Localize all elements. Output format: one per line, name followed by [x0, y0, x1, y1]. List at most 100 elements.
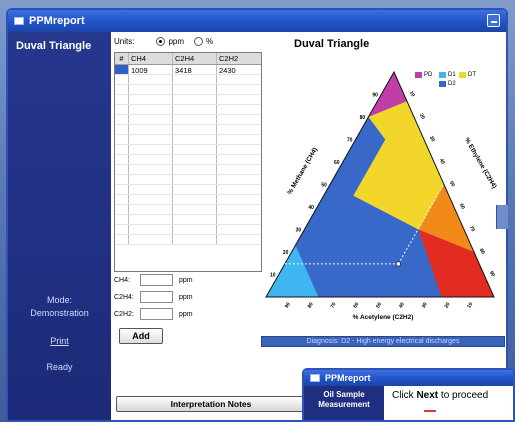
table-row[interactable] — [115, 165, 261, 175]
table-cell — [115, 125, 129, 134]
table-row[interactable] — [115, 125, 261, 135]
minimize-icon[interactable] — [487, 14, 500, 27]
table-cell — [115, 155, 129, 164]
table-cell — [129, 105, 173, 114]
column-header-c2h2: C2H2 — [219, 54, 239, 63]
table-row[interactable] — [115, 75, 261, 85]
methane-tick-label: 50 — [321, 183, 327, 189]
ch4-unit: ppm — [179, 276, 193, 284]
table-cell — [115, 135, 129, 144]
second-sidebar-title-line2: Measurement — [318, 400, 370, 409]
cell-ch4: 1009 — [129, 65, 173, 74]
table-cell — [173, 75, 217, 84]
c2h2-field[interactable] — [140, 308, 173, 320]
table-row[interactable] — [115, 235, 261, 245]
interpretation-notes-button[interactable]: Interpretation Notes — [116, 396, 306, 412]
second-window-title: PPMreport — [325, 373, 371, 383]
units-option-percent[interactable]: % — [194, 37, 213, 46]
table-cell — [115, 165, 129, 174]
ethylene-tick-label: 50 — [448, 180, 456, 188]
table-row[interactable] — [115, 105, 261, 115]
sidebar-title: Duval Triangle — [16, 40, 92, 52]
table-cell — [173, 235, 217, 244]
table-cell — [115, 145, 129, 154]
table-cell — [115, 195, 129, 204]
table-cell — [173, 155, 217, 164]
table-row[interactable] — [115, 115, 261, 125]
percent-radio[interactable] — [194, 37, 204, 46]
table-cell — [173, 115, 217, 124]
ethylene-axis-label: % Ethylene (C2H4) — [463, 137, 498, 190]
table-cell — [217, 145, 261, 154]
table-cell — [217, 235, 261, 244]
methane-tick-label: 60 — [334, 160, 340, 166]
sample-point — [395, 261, 401, 267]
add-button[interactable]: Add — [119, 328, 163, 344]
table-row[interactable] — [115, 85, 261, 95]
table-cell — [115, 235, 129, 244]
table-cell — [173, 195, 217, 204]
mode-value: Demonstration — [30, 308, 89, 318]
table-row[interactable] — [115, 185, 261, 195]
methane-tick-label: 30 — [296, 228, 302, 234]
ppm-radio[interactable] — [156, 37, 166, 46]
acetylene-tick-label: 20 — [444, 301, 452, 309]
proceed-message-next: Next — [416, 390, 439, 401]
table-cell — [129, 225, 173, 234]
c2h4-field[interactable] — [140, 291, 173, 303]
samples-table[interactable]: # CH4 C2H4 C2H2 1009 3418 2430 — [114, 52, 262, 272]
table-cell — [129, 145, 173, 154]
table-row[interactable] — [115, 145, 261, 155]
table-cell — [173, 145, 217, 154]
ethylene-tick-label: 80 — [478, 248, 486, 256]
table-cell — [173, 185, 217, 194]
column-header-index: # — [115, 53, 129, 64]
table-cell — [115, 95, 129, 104]
methane-tick-label: 80 — [360, 115, 366, 121]
ch4-label: CH4: — [114, 276, 130, 284]
table-row[interactable] — [115, 215, 261, 225]
table-cell — [217, 135, 261, 144]
table-cell — [217, 195, 261, 204]
table-cell — [129, 85, 173, 94]
units-option-ppm[interactable]: ppm — [156, 37, 184, 46]
acetylene-tick-label: 90 — [284, 301, 292, 309]
table-cell — [115, 85, 129, 94]
sidebar: Duval Triangle Mode: Demonstration Print… — [8, 32, 111, 420]
table-row[interactable] — [115, 155, 261, 165]
table-row[interactable] — [115, 195, 261, 205]
title-bar[interactable]: PPMreport — [8, 10, 506, 32]
table-cell — [217, 165, 261, 174]
methane-tick-label: 40 — [308, 205, 314, 211]
chart-title: Duval Triangle — [294, 38, 370, 50]
print-link[interactable]: Print — [8, 336, 111, 346]
table-cell — [217, 175, 261, 184]
table-row[interactable] — [115, 205, 261, 215]
table-cell — [173, 225, 217, 234]
acetylene-tick-label: 80 — [307, 301, 315, 309]
status-text: Ready — [46, 362, 73, 372]
ppmreport-window: PPMreport Duval Triangle Mode: Demonstra… — [6, 8, 508, 422]
second-title-bar[interactable]: PPMreport — [304, 370, 513, 386]
proceed-message-prefix: Click — [392, 390, 417, 401]
table-row[interactable] — [115, 135, 261, 145]
table-cell — [129, 235, 173, 244]
ch4-field[interactable] — [140, 274, 173, 286]
table-row[interactable] — [115, 175, 261, 185]
second-app-icon — [310, 374, 320, 382]
table-cell — [129, 185, 173, 194]
table-row[interactable] — [115, 95, 261, 105]
main-content: Units: ppm % # CH4 C2H4 C2H2 1009 3418 2… — [111, 32, 506, 420]
duval-triangle-chart: 10 10 10 20 20 20 30 30 30 40 40 40 50 50 50 60 60 60 70 70… — [265, 70, 498, 321]
table-row[interactable]: 1009 3418 2430 — [115, 65, 261, 75]
table-cell — [217, 215, 261, 224]
acetylene-tick-label: 70 — [330, 301, 338, 309]
table-cell — [173, 95, 217, 104]
table-row[interactable] — [115, 225, 261, 235]
row-selector[interactable] — [115, 65, 129, 74]
table-cell — [129, 215, 173, 224]
table-cell — [217, 225, 261, 234]
table-cell — [115, 185, 129, 194]
ethylene-tick-label: 60 — [458, 203, 466, 211]
app-icon — [14, 17, 24, 25]
